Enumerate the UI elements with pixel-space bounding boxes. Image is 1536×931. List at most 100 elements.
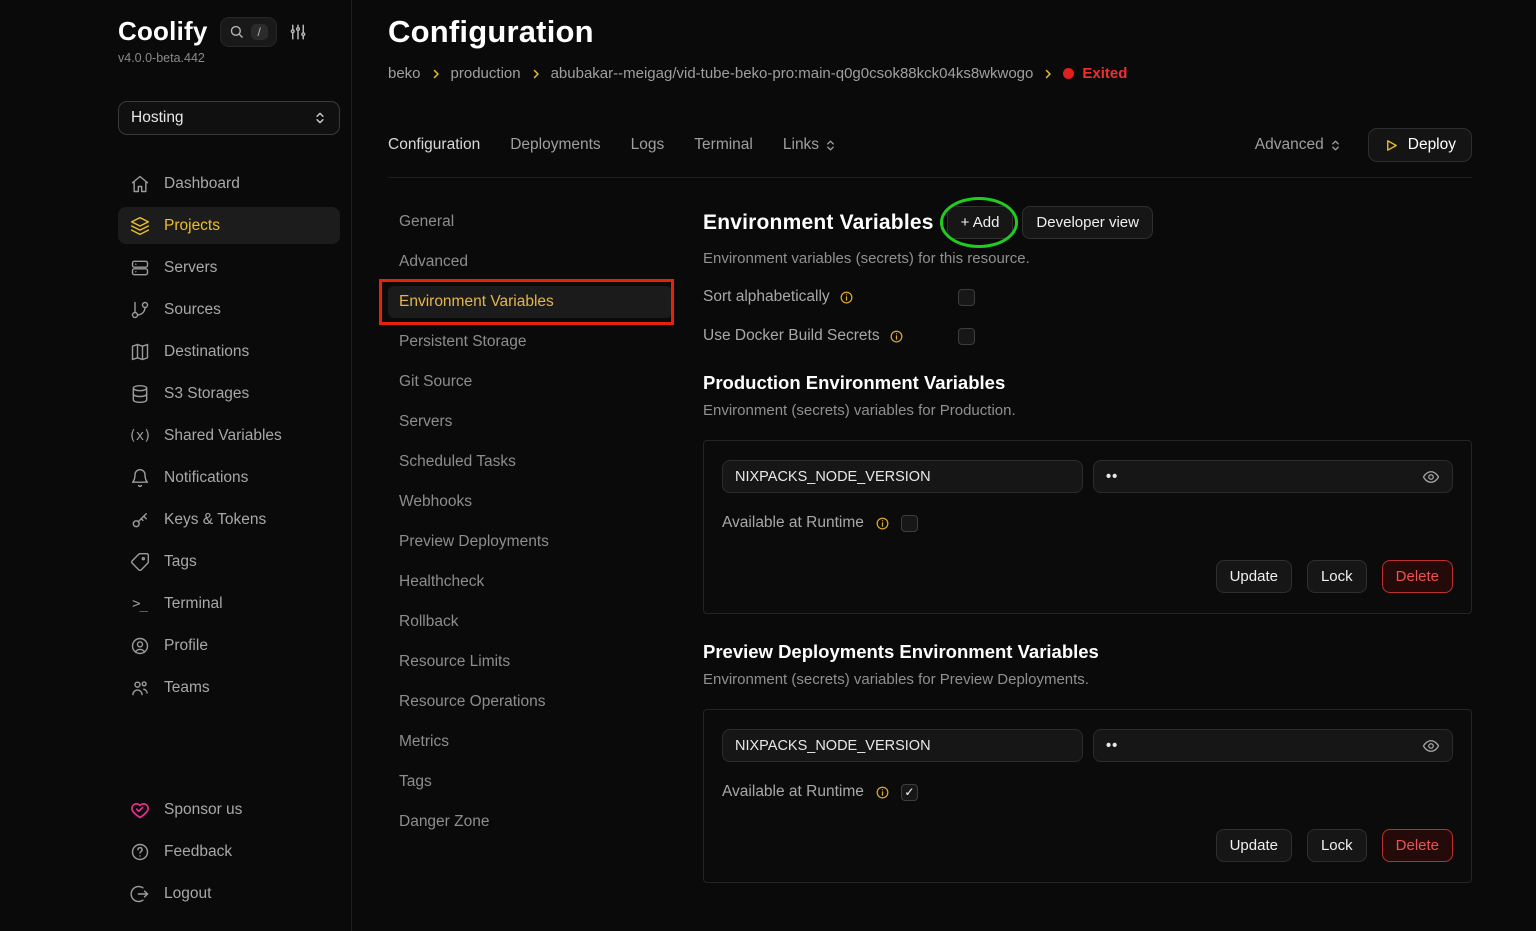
sidebar-item-label: Sponsor us xyxy=(164,801,242,819)
tab-bar: Configuration Deployments Logs Terminal … xyxy=(388,128,1472,162)
app-logo: Coolify xyxy=(118,16,208,47)
help-circle-icon xyxy=(129,842,150,862)
sidebar-item-sponsor[interactable]: Sponsor us xyxy=(118,791,340,828)
page-title: Configuration xyxy=(388,14,1472,50)
deploy-button[interactable]: Deploy xyxy=(1368,128,1472,162)
subnav-webhooks[interactable]: Webhooks xyxy=(388,486,672,518)
subnav-metrics[interactable]: Metrics xyxy=(388,726,672,758)
sidebar-item-terminal[interactable]: >_ Terminal xyxy=(118,585,340,622)
info-icon[interactable] xyxy=(839,290,854,305)
breadcrumb-environment[interactable]: production xyxy=(451,65,521,82)
sidebar-item-tags[interactable]: Tags xyxy=(118,543,340,580)
variable-name-input[interactable] xyxy=(722,729,1083,762)
eye-icon[interactable] xyxy=(1422,737,1440,755)
sidebar-item-label: Keys & Tokens xyxy=(164,511,266,529)
sidebar-item-label: Dashboard xyxy=(164,175,240,193)
subnav-danger-zone[interactable]: Danger Zone xyxy=(388,806,672,838)
info-icon[interactable] xyxy=(889,329,904,344)
delete-button[interactable]: Delete xyxy=(1382,829,1453,862)
subnav-resource-operations[interactable]: Resource Operations xyxy=(388,686,672,718)
preview-section-title: Preview Deployments Environment Variable… xyxy=(703,641,1472,663)
add-button[interactable]: + Add xyxy=(947,206,1014,239)
sidebar-item-label: Terminal xyxy=(164,595,223,613)
breadcrumb: beko production abubakar--meigag/vid-tub… xyxy=(388,65,1472,82)
sidebar-item-feedback[interactable]: Feedback xyxy=(118,833,340,870)
sidebar-item-label: Logout xyxy=(164,885,211,903)
sidebar-item-sources[interactable]: Sources xyxy=(118,291,340,328)
delete-button[interactable]: Delete xyxy=(1382,560,1453,593)
update-button[interactable]: Update xyxy=(1216,560,1292,593)
lock-button[interactable]: Lock xyxy=(1307,829,1367,862)
sidebar-item-destinations[interactable]: Destinations xyxy=(118,333,340,370)
runtime-checkbox-checked[interactable]: ✓ xyxy=(901,784,918,801)
subnav-persistent-storage[interactable]: Persistent Storage xyxy=(388,326,672,358)
divider xyxy=(388,177,1472,178)
sidebar-item-s3-storages[interactable]: S3 Storages xyxy=(118,375,340,412)
search-button[interactable]: / xyxy=(220,17,277,47)
docker-build-secrets-label: Use Docker Build Secrets xyxy=(703,327,880,345)
sidebar-item-projects[interactable]: Projects xyxy=(118,207,340,244)
runtime-checkbox[interactable] xyxy=(901,515,918,532)
info-icon[interactable] xyxy=(875,785,890,800)
settings-sliders-icon[interactable] xyxy=(289,23,307,41)
lock-button[interactable]: Lock xyxy=(1307,560,1367,593)
tab-logs[interactable]: Logs xyxy=(631,136,665,154)
tab-links-label: Links xyxy=(783,136,819,154)
play-icon xyxy=(1384,138,1399,153)
sidebar-nav: Dashboard Projects Servers Sources Desti… xyxy=(118,165,340,711)
search-shortcut-key: / xyxy=(251,24,268,40)
subnav-servers[interactable]: Servers xyxy=(388,406,672,438)
sidebar-item-label: Feedback xyxy=(164,843,232,861)
subnav-advanced[interactable]: Advanced xyxy=(388,246,672,278)
sidebar-item-label: Profile xyxy=(164,637,208,655)
info-icon[interactable] xyxy=(875,516,890,531)
logo-row: Coolify / xyxy=(118,16,340,47)
sidebar-footer: Sponsor us Feedback Logout xyxy=(118,791,340,917)
subnav-tags[interactable]: Tags xyxy=(388,766,672,798)
variable-value-field[interactable]: •• xyxy=(1093,460,1453,493)
breadcrumb-resource[interactable]: abubakar--meigag/vid-tube-beko-pro:main-… xyxy=(551,65,1034,82)
sidebar-item-keys-tokens[interactable]: Keys & Tokens xyxy=(118,501,340,538)
sidebar-item-shared-variables[interactable]: (x) Shared Variables xyxy=(118,417,340,454)
preview-variable-card: •• Available at Runtime ✓ Update Lock De… xyxy=(703,709,1472,883)
tab-links[interactable]: Links xyxy=(783,136,837,154)
tab-deployments[interactable]: Deployments xyxy=(510,136,600,154)
subnav-healthcheck[interactable]: Healthcheck xyxy=(388,566,672,598)
variable-value-field[interactable]: •• xyxy=(1093,729,1453,762)
tab-terminal[interactable]: Terminal xyxy=(694,136,753,154)
app-window: Coolify / v4.0.0-beta.442 Hosting Dashbo… xyxy=(0,0,1536,931)
subnav-git-source[interactable]: Git Source xyxy=(388,366,672,398)
search-icon xyxy=(229,24,244,39)
sidebar-item-servers[interactable]: Servers xyxy=(118,249,340,286)
production-variable-card: •• Available at Runtime Update Lock Dele… xyxy=(703,440,1472,614)
update-button[interactable]: Update xyxy=(1216,829,1292,862)
team-select[interactable]: Hosting xyxy=(118,101,340,135)
breadcrumb-team[interactable]: beko xyxy=(388,65,421,82)
sidebar-item-label: Shared Variables xyxy=(164,427,282,445)
sidebar-item-profile[interactable]: Profile xyxy=(118,627,340,664)
git-branch-icon xyxy=(129,300,150,320)
subnav-resource-limits[interactable]: Resource Limits xyxy=(388,646,672,678)
docker-build-secrets-checkbox[interactable] xyxy=(958,328,975,345)
chevron-right-icon xyxy=(1042,68,1054,80)
advanced-dropdown[interactable]: Advanced xyxy=(1255,136,1342,154)
subnav-preview-deployments[interactable]: Preview Deployments xyxy=(388,526,672,558)
subnav-scheduled-tasks[interactable]: Scheduled Tasks xyxy=(388,446,672,478)
tab-configuration[interactable]: Configuration xyxy=(388,136,480,154)
variable-name-input[interactable] xyxy=(722,460,1083,493)
sidebar-item-teams[interactable]: Teams xyxy=(118,669,340,706)
developer-view-button[interactable]: Developer view xyxy=(1022,206,1153,239)
sidebar-item-dashboard[interactable]: Dashboard xyxy=(118,165,340,202)
production-section-subtitle: Environment (secrets) variables for Prod… xyxy=(703,402,1472,419)
main-area: Configuration beko production abubakar--… xyxy=(352,0,1536,931)
key-icon xyxy=(129,510,150,530)
sidebar-item-notifications[interactable]: Notifications xyxy=(118,459,340,496)
subnav-rollback[interactable]: Rollback xyxy=(388,606,672,638)
sidebar-item-logout[interactable]: Logout xyxy=(118,875,340,912)
subnav-environment-variables[interactable]: Environment Variables xyxy=(388,286,672,318)
subnav-general[interactable]: General xyxy=(388,206,672,238)
sort-alphabetically-checkbox[interactable] xyxy=(958,289,975,306)
eye-icon[interactable] xyxy=(1422,468,1440,486)
sort-alphabetically-row: Sort alphabetically xyxy=(703,288,1472,306)
sort-alphabetically-label: Sort alphabetically xyxy=(703,288,830,306)
